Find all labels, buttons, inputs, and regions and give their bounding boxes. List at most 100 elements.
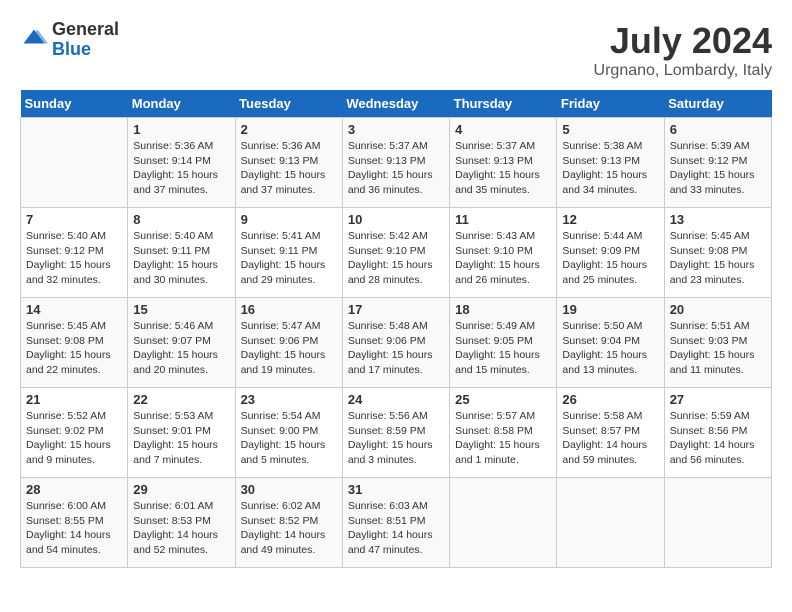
day-number: 2 (241, 122, 337, 137)
calendar-header-tuesday: Tuesday (235, 90, 342, 118)
calendar-cell: 10Sunrise: 5:42 AM Sunset: 9:10 PM Dayli… (342, 208, 449, 298)
logo-text: General Blue (52, 20, 119, 60)
day-number: 4 (455, 122, 551, 137)
day-info: Sunrise: 5:48 AM Sunset: 9:06 PM Dayligh… (348, 319, 444, 378)
calendar-cell: 8 Sunrise: 5:40 AM Sunset: 9:11 PM Daylig… (128, 208, 235, 298)
day-info: Sunrise: 5:44 AM Sunset: 9:09 PM Dayligh… (562, 229, 658, 288)
logo-blue-text: Blue (52, 40, 119, 60)
day-number: 13 (670, 212, 766, 227)
calendar-cell: 2 Sunrise: 5:36 AM Sunset: 9:13 PM Daylig… (235, 118, 342, 208)
calendar-header-thursday: Thursday (450, 90, 557, 118)
day-number: 22 (133, 392, 229, 407)
calendar-cell (450, 478, 557, 568)
calendar-cell (557, 478, 664, 568)
day-number: 28 (26, 482, 122, 497)
day-number: 31 (348, 482, 444, 497)
calendar-cell: 30Sunrise: 6:02 AM Sunset: 8:52 PM Dayli… (235, 478, 342, 568)
logo-icon (20, 26, 48, 54)
calendar-header-friday: Friday (557, 90, 664, 118)
calendar-cell: 22 Sunrise: 5:53 AM Sunset: 9:01 PM Dayli… (128, 388, 235, 478)
day-number: 29 (133, 482, 229, 497)
day-info: Sunrise: 5:40 AM Sunset: 9:11 PM Dayligh… (133, 229, 229, 288)
day-info: Sunrise: 5:39 AM Sunset: 9:12 PM Dayligh… (670, 139, 766, 198)
calendar-header-monday: Monday (128, 90, 235, 118)
calendar-week-row: 28 Sunrise: 6:00 AM Sunset: 8:55 PM Dayli… (21, 478, 772, 568)
day-number: 6 (670, 122, 766, 137)
day-info: Sunrise: 5:43 AM Sunset: 9:10 PM Dayligh… (455, 229, 551, 288)
day-number: 15 (133, 302, 229, 317)
day-number: 24 (348, 392, 444, 407)
calendar-cell: 25Sunrise: 5:57 AM Sunset: 8:58 PM Dayli… (450, 388, 557, 478)
day-info: Sunrise: 6:03 AM Sunset: 8:51 PM Dayligh… (348, 499, 444, 558)
logo-general-text: General (52, 20, 119, 40)
calendar-header-sunday: Sunday (21, 90, 128, 118)
calendar-table: SundayMondayTuesdayWednesdayThursdayFrid… (20, 90, 772, 568)
day-number: 27 (670, 392, 766, 407)
calendar-header-row: SundayMondayTuesdayWednesdayThursdayFrid… (21, 90, 772, 118)
day-info: Sunrise: 5:52 AM Sunset: 9:02 PM Dayligh… (26, 409, 122, 468)
day-number: 3 (348, 122, 444, 137)
day-number: 18 (455, 302, 551, 317)
calendar-cell: 21 Sunrise: 5:52 AM Sunset: 9:02 PM Dayli… (21, 388, 128, 478)
day-info: Sunrise: 5:49 AM Sunset: 9:05 PM Dayligh… (455, 319, 551, 378)
day-info: Sunrise: 5:53 AM Sunset: 9:01 PM Dayligh… (133, 409, 229, 468)
calendar-cell: 20 Sunrise: 5:51 AM Sunset: 9:03 PM Dayli… (664, 298, 771, 388)
day-info: Sunrise: 5:46 AM Sunset: 9:07 PM Dayligh… (133, 319, 229, 378)
day-number: 30 (241, 482, 337, 497)
calendar-cell: 17 Sunrise: 5:48 AM Sunset: 9:06 PM Dayli… (342, 298, 449, 388)
calendar-cell: 4Sunrise: 5:37 AM Sunset: 9:13 PM Daylig… (450, 118, 557, 208)
day-number: 12 (562, 212, 658, 227)
calendar-cell: 6 Sunrise: 5:39 AM Sunset: 9:12 PM Daylig… (664, 118, 771, 208)
day-info: Sunrise: 5:51 AM Sunset: 9:03 PM Dayligh… (670, 319, 766, 378)
calendar-cell: 12 Sunrise: 5:44 AM Sunset: 9:09 PM Dayli… (557, 208, 664, 298)
calendar-cell: 7Sunrise: 5:40 AM Sunset: 9:12 PM Daylig… (21, 208, 128, 298)
day-number: 20 (670, 302, 766, 317)
day-number: 16 (241, 302, 337, 317)
calendar-header-saturday: Saturday (664, 90, 771, 118)
calendar-cell: 26 Sunrise: 5:58 AM Sunset: 8:57 PM Dayli… (557, 388, 664, 478)
calendar-week-row: 1Sunrise: 5:36 AM Sunset: 9:14 PM Daylig… (21, 118, 772, 208)
day-number: 23 (241, 392, 337, 407)
day-number: 1 (133, 122, 229, 137)
calendar-cell: 15 Sunrise: 5:46 AM Sunset: 9:07 PM Dayli… (128, 298, 235, 388)
day-info: Sunrise: 5:58 AM Sunset: 8:57 PM Dayligh… (562, 409, 658, 468)
calendar-cell: 5 Sunrise: 5:38 AM Sunset: 9:13 PM Daylig… (557, 118, 664, 208)
location-subtitle: Urgnano, Lombardy, Italy (594, 62, 772, 80)
calendar-cell: 31 Sunrise: 6:03 AM Sunset: 8:51 PM Dayli… (342, 478, 449, 568)
calendar-cell: 9Sunrise: 5:41 AM Sunset: 9:11 PM Daylig… (235, 208, 342, 298)
calendar-cell: 19Sunrise: 5:50 AM Sunset: 9:04 PM Dayli… (557, 298, 664, 388)
day-info: Sunrise: 5:54 AM Sunset: 9:00 PM Dayligh… (241, 409, 337, 468)
day-number: 26 (562, 392, 658, 407)
day-number: 25 (455, 392, 551, 407)
logo: General Blue (20, 20, 119, 60)
day-info: Sunrise: 5:47 AM Sunset: 9:06 PM Dayligh… (241, 319, 337, 378)
calendar-cell: 3 Sunrise: 5:37 AM Sunset: 9:13 PM Daylig… (342, 118, 449, 208)
calendar-cell (664, 478, 771, 568)
day-info: Sunrise: 5:37 AM Sunset: 9:13 PM Dayligh… (348, 139, 444, 198)
day-number: 9 (241, 212, 337, 227)
title-section: July 2024 Urgnano, Lombardy, Italy (594, 20, 772, 80)
day-info: Sunrise: 5:56 AM Sunset: 8:59 PM Dayligh… (348, 409, 444, 468)
day-number: 17 (348, 302, 444, 317)
day-info: Sunrise: 5:50 AM Sunset: 9:04 PM Dayligh… (562, 319, 658, 378)
calendar-cell: 1Sunrise: 5:36 AM Sunset: 9:14 PM Daylig… (128, 118, 235, 208)
day-number: 5 (562, 122, 658, 137)
day-info: Sunrise: 5:42 AM Sunset: 9:10 PM Dayligh… (348, 229, 444, 288)
calendar-cell: 13 Sunrise: 5:45 AM Sunset: 9:08 PM Dayli… (664, 208, 771, 298)
calendar-week-row: 14 Sunrise: 5:45 AM Sunset: 9:08 PM Dayli… (21, 298, 772, 388)
month-year-title: July 2024 (594, 20, 772, 62)
day-info: Sunrise: 5:45 AM Sunset: 9:08 PM Dayligh… (670, 229, 766, 288)
calendar-week-row: 7Sunrise: 5:40 AM Sunset: 9:12 PM Daylig… (21, 208, 772, 298)
day-info: Sunrise: 5:45 AM Sunset: 9:08 PM Dayligh… (26, 319, 122, 378)
calendar-cell: 18 Sunrise: 5:49 AM Sunset: 9:05 PM Dayli… (450, 298, 557, 388)
day-number: 11 (455, 212, 551, 227)
day-number: 7 (26, 212, 122, 227)
day-info: Sunrise: 5:36 AM Sunset: 9:13 PM Dayligh… (241, 139, 337, 198)
day-info: Sunrise: 5:38 AM Sunset: 9:13 PM Dayligh… (562, 139, 658, 198)
day-number: 21 (26, 392, 122, 407)
day-number: 14 (26, 302, 122, 317)
day-info: Sunrise: 5:59 AM Sunset: 8:56 PM Dayligh… (670, 409, 766, 468)
calendar-cell: 11 Sunrise: 5:43 AM Sunset: 9:10 PM Dayli… (450, 208, 557, 298)
day-info: Sunrise: 6:00 AM Sunset: 8:55 PM Dayligh… (26, 499, 122, 558)
day-number: 8 (133, 212, 229, 227)
